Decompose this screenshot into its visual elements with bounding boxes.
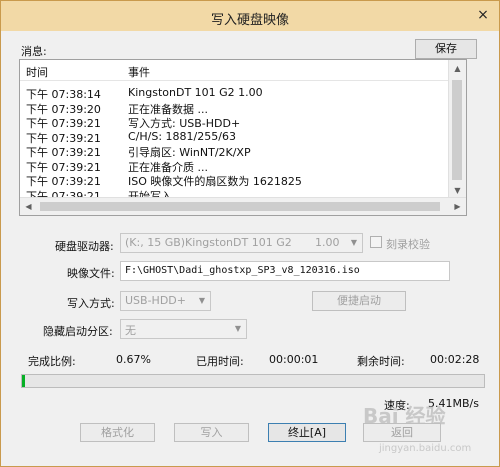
chevron-down-icon: ▼ — [350, 238, 358, 247]
hidden-partition-select[interactable]: 无 ▼ — [120, 319, 247, 339]
log-row[interactable]: 下午 07:39:21 引导扇区: WinNT/2K/XP — [20, 144, 450, 159]
title-bar[interactable]: 写入硬盘映像 × — [1, 1, 499, 31]
close-icon[interactable]: × — [476, 8, 490, 22]
baidu-watermark-url: jingyan.baidu.com — [379, 443, 472, 454]
write-button[interactable]: 写入 — [174, 423, 249, 442]
stop-button[interactable]: 终止[A] — [268, 423, 346, 442]
horizontal-scroll-thumb[interactable] — [40, 202, 440, 211]
image-file-field[interactable]: F:\GHOST\Dadi_ghostxp_SP3_v8_120316.iso — [120, 261, 450, 281]
log-row[interactable]: 下午 07:39:21 写入方式: USB-HDD+ — [20, 115, 450, 130]
hidden-partition-value: 无 — [125, 324, 136, 337]
scroll-right-icon[interactable]: ▶ — [449, 198, 466, 215]
log-event: KingstonDT 101 G2 1.00 — [128, 86, 263, 99]
elapsed-label: 已用时间: — [196, 355, 244, 368]
progress-fill — [22, 375, 25, 387]
vertical-scrollbar[interactable]: ▲ ▼ — [448, 60, 466, 199]
image-file-value: F:\GHOST\Dadi_ghostxp_SP3_v8_120316.iso — [125, 265, 360, 276]
messages-label: 消息: — [21, 45, 47, 58]
column-event[interactable]: 事件 — [128, 64, 150, 80]
remaining-label: 剩余时间: — [357, 355, 405, 368]
message-log[interactable]: 时间 事件 下午 07:38:14 KingstonDT 101 G2 1.00 下… — [19, 59, 467, 216]
elapsed-value: 00:00:01 — [269, 353, 319, 366]
log-row[interactable]: 下午 07:39:21 正在准备介质 ... — [20, 159, 450, 174]
chevron-down-icon: ▼ — [198, 296, 206, 305]
drive-version: 1.00 — [315, 236, 340, 249]
vertical-scroll-thumb[interactable] — [452, 80, 462, 180]
scroll-up-icon[interactable]: ▲ — [449, 60, 466, 77]
log-row[interactable]: 下午 07:38:14 KingstonDT 101 G2 1.00 — [20, 86, 450, 101]
verify-checkbox[interactable] — [370, 236, 382, 248]
window-title: 写入硬盘映像 — [210, 13, 289, 28]
log-event: C/H/S: 1881/255/63 — [128, 129, 236, 143]
hidden-partition-label: 隐藏启动分区: — [43, 325, 113, 338]
format-button[interactable]: 格式化 — [80, 423, 155, 442]
progress-bar — [21, 374, 485, 388]
save-button[interactable]: 保存 — [415, 39, 477, 59]
write-mode-value: USB-HDD+ — [125, 294, 186, 307]
log-header: 时间 事件 — [20, 60, 450, 81]
horizontal-scrollbar[interactable]: ◀ ▶ — [20, 197, 466, 215]
write-mode-select[interactable]: USB-HDD+ ▼ — [120, 291, 211, 311]
remaining-value: 00:02:28 — [430, 353, 480, 366]
write-mode-label: 写入方式: — [67, 297, 115, 310]
image-file-label: 映像文件: — [67, 267, 115, 280]
ratio-value: 0.67% — [116, 353, 151, 366]
write-disk-image-window: 写入硬盘映像 × 消息: 保存 时间 事件 下午 07:38:14 Kingsto… — [0, 0, 500, 467]
column-time[interactable]: 时间 — [26, 64, 48, 80]
log-row[interactable]: 下午 07:39:20 正在准备数据 ... — [20, 101, 450, 116]
ratio-label: 完成比例: — [28, 355, 76, 368]
back-button[interactable]: 返回 — [363, 423, 441, 442]
drive-value: (K:, 15 GB)KingstonDT 101 G2 — [125, 236, 292, 249]
drive-select[interactable]: (K:, 15 GB)KingstonDT 101 G2 1.00 ▼ — [120, 233, 363, 253]
log-row[interactable]: 下午 07:39:21 ISO 映像文件的扇区数为 1621825 — [20, 173, 450, 188]
log-row[interactable]: 下午 07:39:21 C/H/S: 1881/255/63 — [20, 129, 450, 145]
scroll-left-icon[interactable]: ◀ — [20, 198, 37, 215]
quick-boot-button[interactable]: 便捷启动 — [312, 291, 406, 311]
chevron-down-icon: ▼ — [234, 324, 242, 333]
drive-label: 硬盘驱动器: — [55, 240, 114, 253]
verify-label: 刻录校验 — [386, 238, 430, 251]
